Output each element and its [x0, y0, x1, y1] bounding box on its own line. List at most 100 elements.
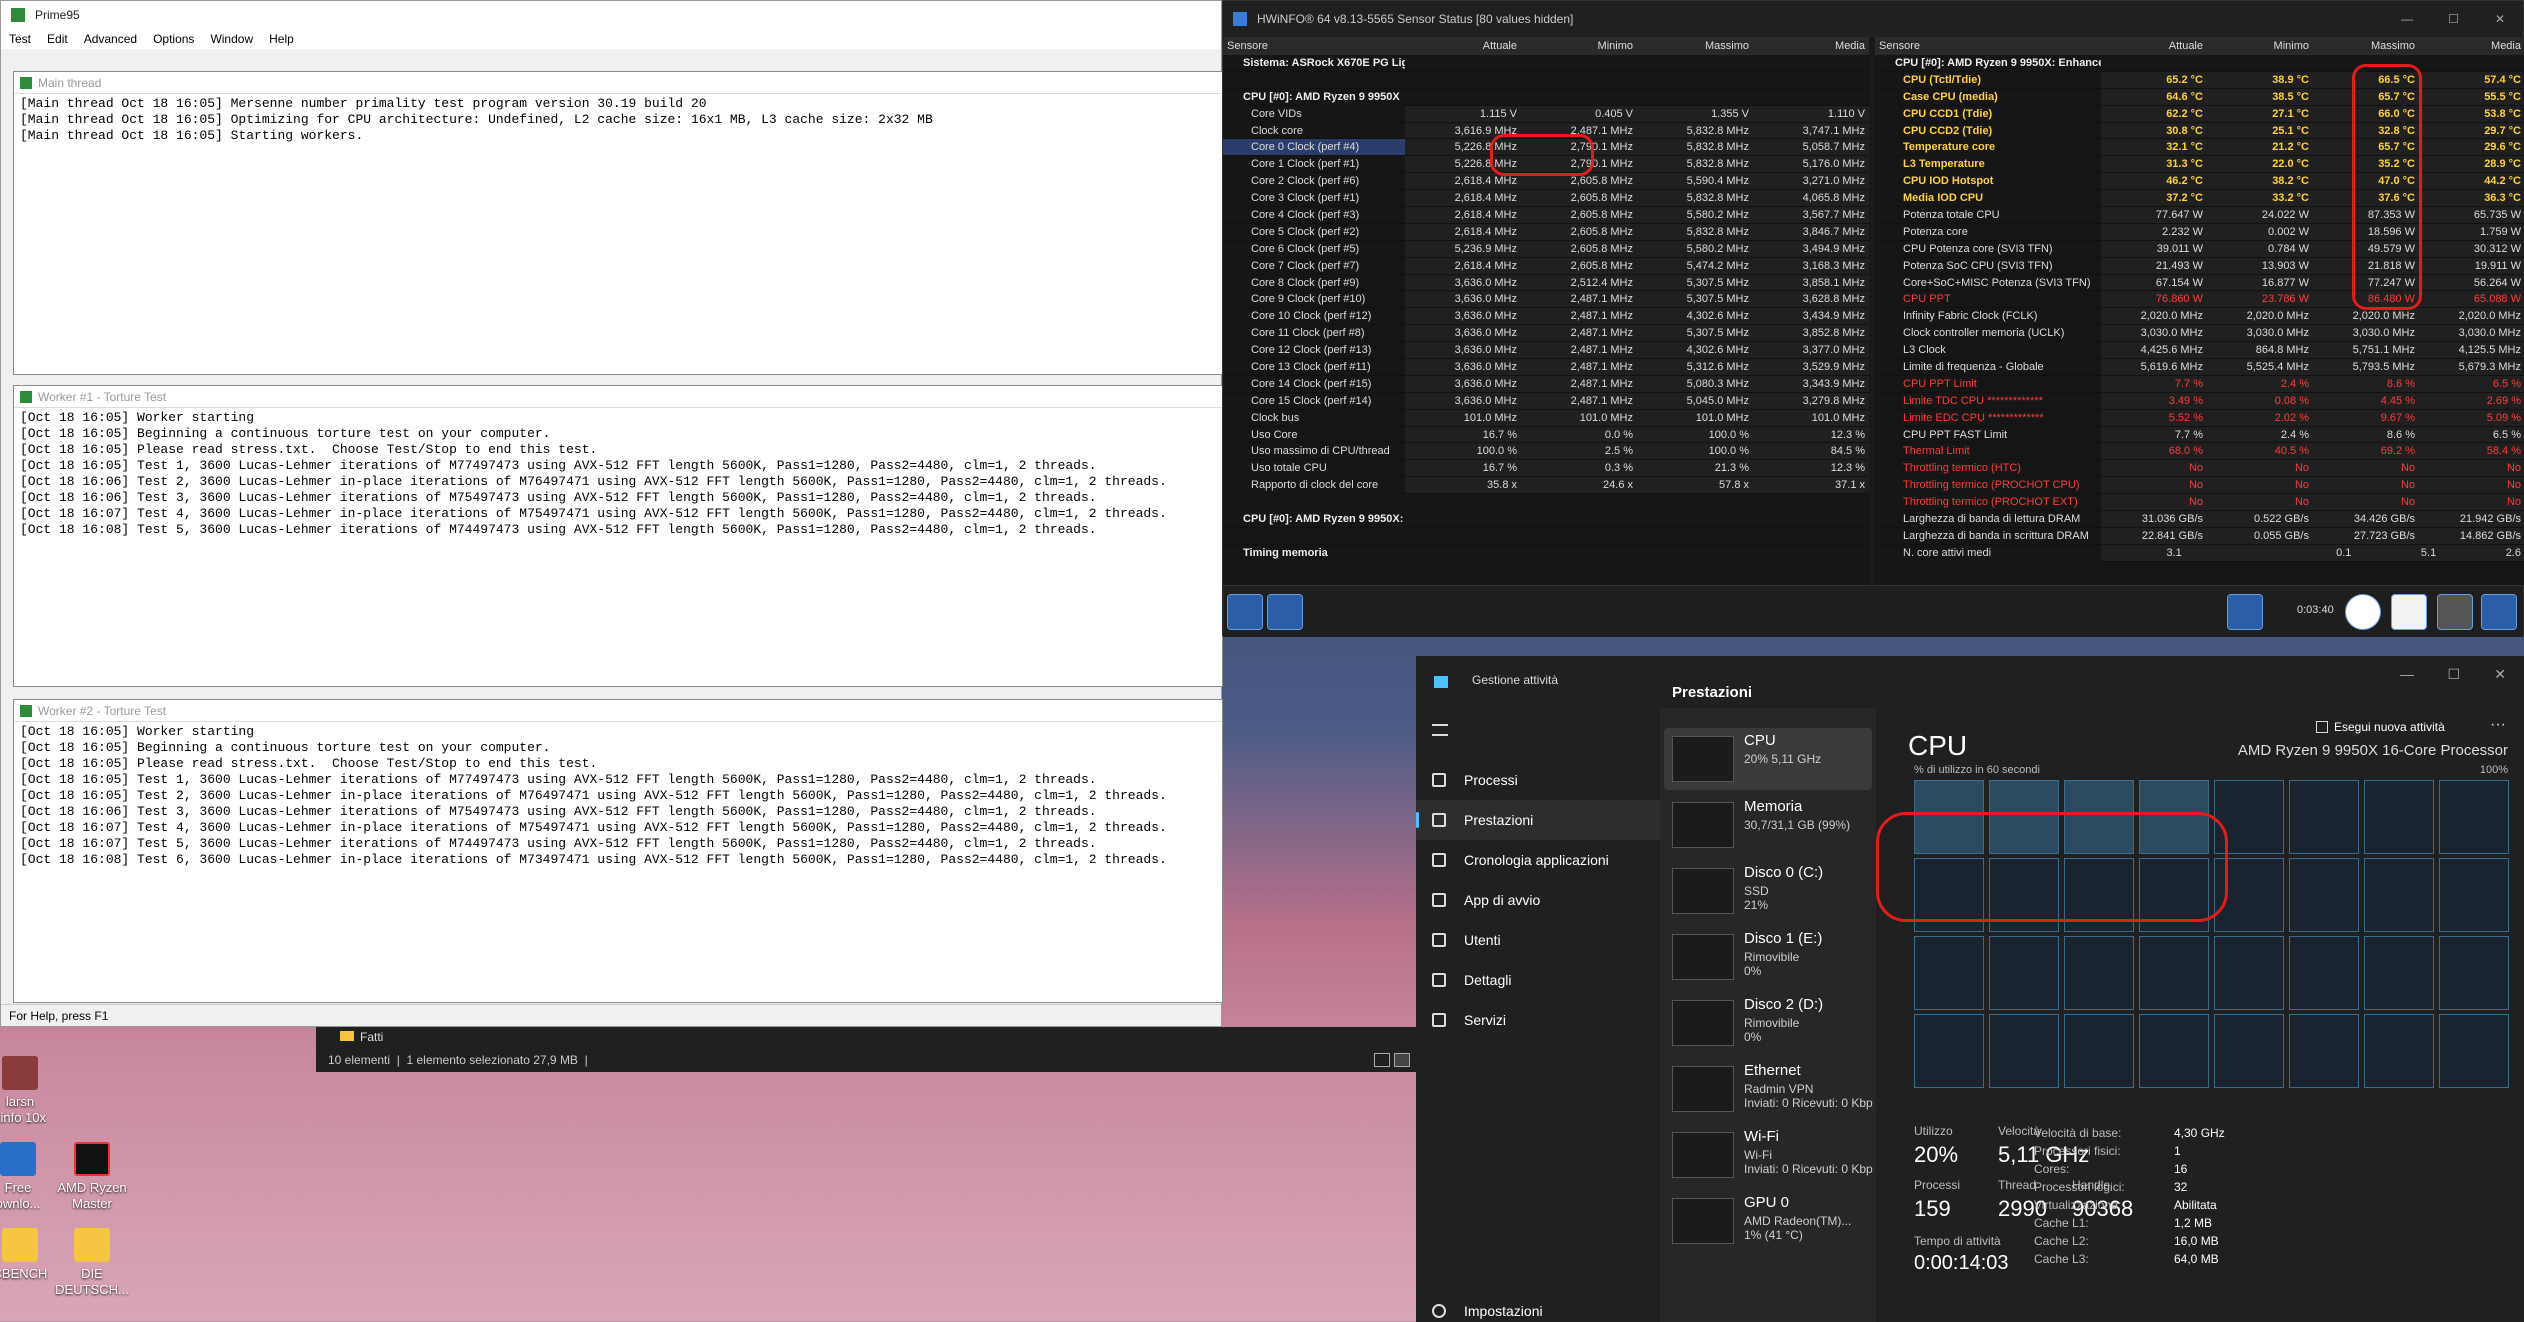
- close-x-icon[interactable]: [2481, 594, 2517, 630]
- resource-card[interactable]: Wi-Fi Wi-Fi Inviati: 0 Ricevuti: 0 Kbp: [1664, 1124, 1873, 1186]
- sensor-row[interactable]: Core VIDs 1.115 V 0.405 V 1.355 V 1.110 V: [1223, 105, 1869, 123]
- sensor-row[interactable]: [1223, 494, 1869, 512]
- column-header[interactable]: Media: [1753, 37, 1869, 55]
- sensor-row[interactable]: Potenza totale CPU 77.647 W 24.022 W 87.353…: [1875, 207, 2524, 224]
- menu-item[interactable]: Options: [153, 32, 194, 46]
- sensor-row[interactable]: Larghezza di banda di lettura DRAM 31.036…: [1875, 511, 2524, 528]
- maximize-icon[interactable]: ☐: [2448, 1, 2459, 37]
- maximize-icon[interactable]: ☐: [2447, 666, 2460, 683]
- sensor-row[interactable]: Core 4 Clock (perf #3) 2,618.4 MHz 2,605.8…: [1223, 207, 1869, 224]
- sensor-row[interactable]: Rapporto di clock del core 35.8 x 24.6 x 57…: [1223, 477, 1869, 495]
- resource-card[interactable]: Disco 0 (C:) SSD 21%: [1664, 860, 1872, 922]
- nav-item-processi[interactable]: Processi: [1416, 760, 1660, 800]
- nav-item-dettagli[interactable]: Dettagli: [1416, 960, 1660, 1000]
- sensor-row[interactable]: Core 11 Clock (perf #8) 3,636.0 MHz 2,487.…: [1223, 325, 1869, 343]
- column-header[interactable]: Attuale: [1405, 37, 1521, 55]
- tiles-view-icon[interactable]: [1394, 1053, 1410, 1067]
- sensor-row[interactable]: L3 Temperature 31.3 °C 22.0 °C 35.2 °C 28.9 …: [1875, 156, 2524, 174]
- nav-item-servizi[interactable]: Servizi: [1416, 1000, 1660, 1040]
- minimize-icon[interactable]: —: [2400, 666, 2414, 682]
- sensor-row[interactable]: Potenza SoC CPU (SVI3 TFN) 21.493 W 13.903…: [1875, 257, 2524, 275]
- column-header[interactable]: Minimo: [1521, 37, 1637, 55]
- sensor-row[interactable]: Thermal Limit 68.0 % 40.5 % 69.2 % 58.4 %: [1875, 443, 2524, 461]
- desktop-icon-ryzen-master[interactable]: AMD Ryzen Master: [42, 1142, 142, 1212]
- sensor-row[interactable]: CPU PPT Limit 7.7 % 2.4 % 8.6 % 6.5 %: [1875, 375, 2524, 393]
- sensor-row[interactable]: L3 Clock 4,425.6 MHz 864.8 MHz 5,751.1 MHz 4…: [1875, 342, 2524, 360]
- sensor-row[interactable]: Core 10 Clock (perf #12) 3,636.0 MHz 2,487…: [1223, 308, 1869, 326]
- collapse-arrows-icon[interactable]: [1267, 594, 1303, 630]
- sensor-row[interactable]: Throttling termico (PROCHOT EXT) No No No No: [1875, 494, 2524, 512]
- sensor-row[interactable]: CPU PPT 76.860 W 23.786 W 86.480 W 65.088 W: [1875, 291, 2524, 309]
- sensor-group-row[interactable]: CPU [#0]: AMD Ryzen 9 9950X: Enhanced: [1875, 55, 2524, 72]
- close-icon[interactable]: ✕: [2495, 1, 2505, 37]
- column-header[interactable]: Media: [2419, 37, 2524, 55]
- resource-card[interactable]: Ethernet Radmin VPN Inviati: 0 Ricevuti: …: [1664, 1058, 1873, 1120]
- desktop-icon-hwinfo[interactable]: larsn kinfo 10x: [0, 1056, 70, 1126]
- sensor-row[interactable]: Uso totale CPU 16.7 % 0.3 % 21.3 % 12.3 %: [1223, 460, 1869, 478]
- column-header[interactable]: Massimo: [1637, 37, 1753, 55]
- sensor-row[interactable]: [1223, 528, 1869, 545]
- sensor-row[interactable]: Core 6 Clock (perf #5) 5,236.9 MHz 2,605.8…: [1223, 240, 1869, 258]
- sensor-row[interactable]: Core 14 Clock (perf #15) 3,636.0 MHz 2,487…: [1223, 375, 1869, 393]
- menu-item[interactable]: Help: [269, 32, 294, 46]
- resource-card[interactable]: Disco 2 (D:) Rimovibile 0%: [1664, 992, 1872, 1054]
- sensor-row[interactable]: CPU IOD Hotspot 46.2 °C 38.2 °C 47.0 °C 44.2…: [1875, 173, 2524, 191]
- sensor-group-row[interactable]: CPU [#0]: AMD Ryzen 9 9950X: C-State Occ…: [1223, 511, 1869, 528]
- sensor-group-row[interactable]: Sistema: ASRock X670E PG Lightning: [1223, 55, 1869, 72]
- sensor-row[interactable]: Core 9 Clock (perf #10) 3,636.0 MHz 2,487.…: [1223, 291, 1869, 309]
- clock-icon[interactable]: [2345, 594, 2381, 630]
- column-header[interactable]: Minimo: [2207, 37, 2313, 55]
- sensor-row[interactable]: CPU CCD2 (Tdie) 30.8 °C 25.1 °C 32.8 °C 29.7…: [1875, 122, 2524, 140]
- column-header[interactable]: Sensore: [1875, 37, 2101, 55]
- resource-card[interactable]: Memoria 30,7/31,1 GB (99%): [1664, 794, 1872, 856]
- sensor-row[interactable]: [1223, 72, 1869, 89]
- sensor-row[interactable]: Larghezza di banda in scrittura DRAM 22.8…: [1875, 527, 2524, 545]
- expand-arrows-icon[interactable]: [1227, 594, 1263, 630]
- sensor-row[interactable]: Media IOD CPU 37.2 °C 33.2 °C 37.6 °C 36.3 °…: [1875, 190, 2524, 208]
- sensor-row[interactable]: Core 12 Clock (perf #13) 3,636.0 MHz 2,487…: [1223, 342, 1869, 360]
- sensor-row[interactable]: CPU Potenza core (SVI3 TFN) 39.011 W 0.784…: [1875, 240, 2524, 258]
- minimize-icon[interactable]: —: [2401, 1, 2413, 37]
- sensor-row[interactable]: Core 15 Clock (perf #14) 3,636.0 MHz 2,487…: [1223, 392, 1869, 410]
- column-header[interactable]: Massimo: [2313, 37, 2419, 55]
- network-icon[interactable]: [2227, 594, 2263, 630]
- settings-gear-icon[interactable]: [2437, 594, 2473, 630]
- resource-card[interactable]: Disco 1 (E:) Rimovibile 0%: [1664, 926, 1872, 988]
- sensor-row[interactable]: Core+SoC+MISC Potenza (SVI3 TFN) 67.154 W…: [1875, 274, 2524, 292]
- report-icon[interactable]: [2391, 594, 2427, 630]
- sensor-row[interactable]: N. core attivi medi 3.1 0.1 5.1 2.6: [1875, 544, 2524, 562]
- nav-item-app-di-avvio[interactable]: App di avvio: [1416, 880, 1660, 920]
- sensor-group-row[interactable]: Timing memoria: [1223, 545, 1869, 562]
- sensor-row[interactable]: Infinity Fabric Clock (FCLK) 2,020.0 MHz 2…: [1875, 308, 2524, 326]
- nav-item-prestazioni[interactable]: Prestazioni: [1416, 800, 1660, 840]
- sensor-row[interactable]: Uso Core 16.7 % 0.0 % 100.0 % 12.3 %: [1223, 426, 1869, 444]
- sensor-row[interactable]: CPU CCD1 (Tdie) 62.2 °C 27.1 °C 66.0 °C 53.8…: [1875, 105, 2524, 123]
- sensor-row[interactable]: Limite di frequenza - Globale 5,619.6 MHz…: [1875, 359, 2524, 376]
- sensor-row[interactable]: Clock controller memoria (UCLK) 3,030.0 M…: [1875, 325, 2524, 343]
- details-view-icon[interactable]: [1374, 1053, 1390, 1067]
- sensor-row[interactable]: Potenza core 2.232 W 0.002 W 18.596 W 1.759 …: [1875, 223, 2524, 241]
- resource-card[interactable]: GPU 0 AMD Radeon(TM)... 1% (41 °C): [1664, 1190, 1872, 1252]
- sensor-row[interactable]: Limite EDC CPU ************* 5.52 % 2.02 %…: [1875, 409, 2524, 427]
- sensor-row[interactable]: Case CPU (media) 64.6 °C 38.5 °C 65.7 °C 55.…: [1875, 88, 2524, 106]
- resource-card[interactable]: CPU 20% 5,11 GHz: [1664, 728, 1872, 790]
- nav-settings[interactable]: Impostazioni: [1416, 1300, 1660, 1322]
- menu-item[interactable]: Edit: [47, 32, 68, 46]
- sensor-row[interactable]: Uso massimo di CPU/thread 100.0 % 2.5 % 100…: [1223, 443, 1869, 461]
- column-header[interactable]: Attuale: [2101, 37, 2207, 55]
- desktop-icon-deutsch[interactable]: DIE DEUTSCH...: [42, 1228, 142, 1298]
- hamburger-icon[interactable]: [1432, 724, 1448, 736]
- sensor-row[interactable]: Core 7 Clock (perf #7) 2,618.4 MHz 2,605.8…: [1223, 257, 1869, 275]
- menu-item[interactable]: Advanced: [84, 32, 137, 46]
- column-header[interactable]: Sensore: [1223, 37, 1405, 55]
- sensor-row[interactable]: Limite TDC CPU ************* 3.49 % 0.08 %…: [1875, 392, 2524, 410]
- sensor-row[interactable]: Core 8 Clock (perf #9) 3,636.0 MHz 2,512.4…: [1223, 274, 1869, 292]
- sensor-row[interactable]: Throttling termico (PROCHOT CPU) No No No No: [1875, 477, 2524, 495]
- sensor-row[interactable]: Throttling termico (HTC) No No No No: [1875, 460, 2524, 478]
- nav-item-utenti[interactable]: Utenti: [1416, 920, 1660, 960]
- sensor-row[interactable]: Temperature core 32.1 °C 21.2 °C 65.7 °C 29.…: [1875, 139, 2524, 157]
- menu-item[interactable]: Test: [9, 32, 31, 46]
- folder-row[interactable]: Fatti: [340, 1027, 383, 1047]
- menu-item[interactable]: Window: [210, 32, 253, 46]
- sensor-row[interactable]: CPU (Tctl/Tdie) 65.2 °C 38.9 °C 66.5 °C 57.4…: [1875, 71, 2524, 89]
